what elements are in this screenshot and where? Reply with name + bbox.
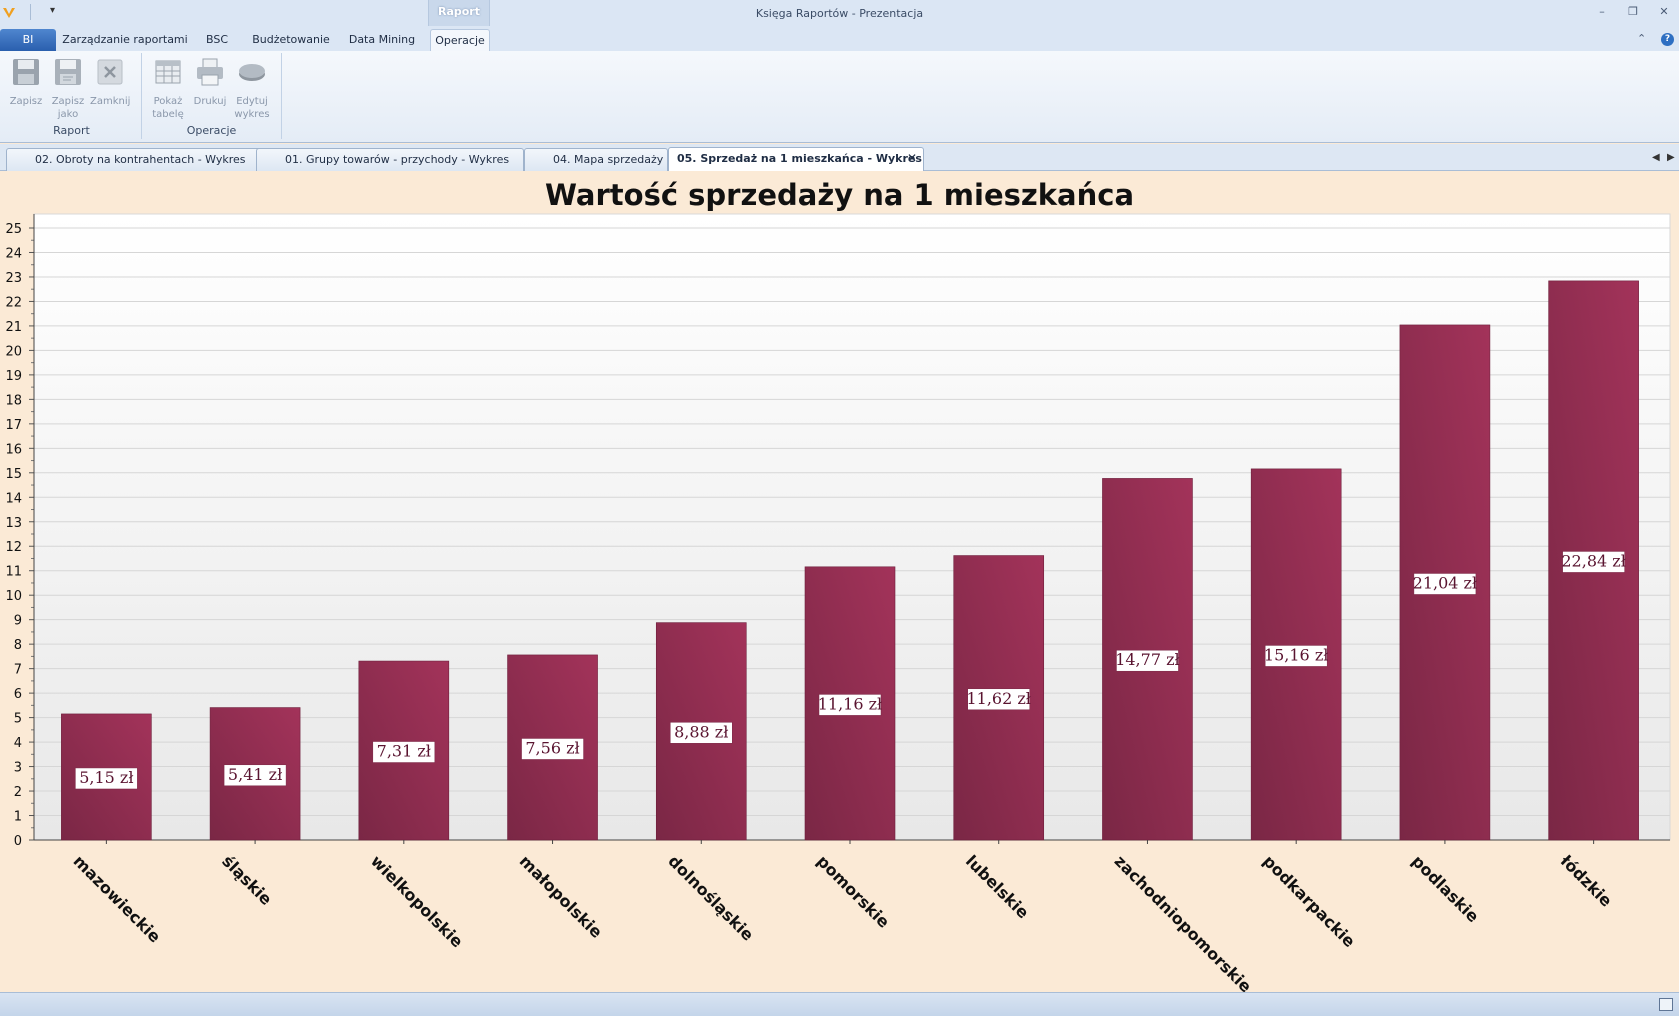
bar-chart: 0123456789101112131415161718192021222324… xyxy=(5,213,1671,992)
close-label: Zamknij xyxy=(90,96,131,107)
doc-tab-obroty[interactable]: 02. Obroty na kontrahentach - Wykres xyxy=(6,148,262,171)
tab-bsc[interactable]: BSC xyxy=(196,29,238,51)
window-title: Księga Raportów - Prezentacja xyxy=(755,7,924,20)
doc-tab-grupy-towarow[interactable]: 01. Grupy towarów - przychody - Wykres xyxy=(256,148,524,171)
status-bar xyxy=(0,992,1679,1016)
close-icon xyxy=(97,59,123,85)
collapse-ribbon-icon[interactable]: ⌃ xyxy=(1637,32,1646,45)
doc-tab-mapa-sprzedazy[interactable]: 04. Mapa sprzedaży xyxy=(524,148,668,171)
x-tick-label: zachodniopomorskie xyxy=(1111,851,1256,992)
edit-chart-button[interactable]: Edytuj wykres xyxy=(232,57,272,121)
close-report-button[interactable]: Zamknij xyxy=(90,57,130,108)
doc-tab-active-label: 05. Sprzedaż na 1 mieszkańca - Wykres xyxy=(677,152,922,165)
printer-icon xyxy=(197,58,223,86)
close-window-button[interactable]: ✕ xyxy=(1656,5,1672,19)
tab-zarzadzanie-raportami[interactable]: Zarządzanie raportami xyxy=(62,29,188,51)
chart-panel: Wartość sprzedaży na 1 mieszkańca 012345… xyxy=(0,172,1679,992)
x-tick-label: wielkopolskie xyxy=(367,851,467,951)
data-label: 15,16 zł xyxy=(1264,645,1329,664)
document-tab-bar: 02. Obroty na kontrahentach - Wykres 01.… xyxy=(0,144,1679,171)
data-label: 22,84 zł xyxy=(1561,551,1626,570)
y-tick-label: 7 xyxy=(14,663,22,678)
y-tick-label: 5 xyxy=(14,712,22,727)
ribbon-tab-bar: BI Zarządzanie raportami BSC Budżetowani… xyxy=(0,26,1679,51)
y-tick-label: 17 xyxy=(5,418,22,433)
save-as-icon xyxy=(55,59,81,85)
ribbon-panel: Zapisz Zapisz jako Zamknij Raport Pokaż … xyxy=(0,51,1679,143)
tab-scroll-left-icon[interactable]: ◀ xyxy=(1652,152,1660,163)
y-tick-label: 13 xyxy=(5,516,22,531)
tab-scroll-right-icon[interactable]: ▶ xyxy=(1667,152,1675,163)
y-tick-label: 12 xyxy=(5,540,22,555)
tab-close-icon[interactable]: ✕ xyxy=(907,148,917,169)
y-tick-label: 9 xyxy=(14,614,22,629)
y-tick-label: 14 xyxy=(5,491,22,506)
y-tick-label: 0 xyxy=(14,834,22,849)
x-tick-label: śląskie xyxy=(218,851,276,909)
data-label: 11,62 zł xyxy=(966,689,1031,708)
tab-operacje[interactable]: Operacje xyxy=(430,29,490,51)
y-tick-label: 19 xyxy=(5,369,22,384)
y-tick-label: 20 xyxy=(5,344,22,359)
data-label: 5,41 zł xyxy=(228,765,282,784)
x-tick-label: podlaskie xyxy=(1408,851,1483,926)
tab-budzetowanie[interactable]: Budżetowanie xyxy=(248,29,334,51)
tab-data-mining[interactable]: Data Mining xyxy=(346,29,418,51)
y-tick-label: 1 xyxy=(14,810,22,825)
y-tick-label: 21 xyxy=(5,320,22,335)
save-as-label: Zapisz jako xyxy=(51,96,85,120)
title-bar: ▾ Raport Księga Raportów - Prezentacja –… xyxy=(0,0,1679,26)
y-tick-label: 11 xyxy=(5,565,22,580)
print-button[interactable]: Drukuj xyxy=(190,57,230,108)
tab-bi[interactable]: BI xyxy=(0,29,56,51)
y-tick-label: 22 xyxy=(5,295,22,310)
ribbon-group-raport: Zapisz Zapisz jako Zamknij Raport xyxy=(2,53,142,139)
y-tick-label: 18 xyxy=(5,393,22,408)
print-label: Drukuj xyxy=(193,96,227,107)
data-label: 8,88 zł xyxy=(674,722,728,741)
save-as-button[interactable]: Zapisz jako xyxy=(48,57,88,121)
x-tick-label: pomorskie xyxy=(813,851,893,931)
layout-icon[interactable] xyxy=(1659,998,1673,1011)
ribbon-group-operacje: Pokaż tabelę Drukuj Edytuj wykres Operac… xyxy=(142,53,282,139)
x-tick-label: łódzkie xyxy=(1556,851,1616,911)
data-label: 7,56 zł xyxy=(525,738,579,757)
minimize-button[interactable]: – xyxy=(1594,5,1610,19)
group-label-raport: Raport xyxy=(53,124,90,137)
data-label: 5,15 zł xyxy=(79,768,133,787)
y-tick-label: 10 xyxy=(5,589,22,604)
x-tick-label: małopolskie xyxy=(516,851,606,941)
show-table-label: Pokaż tabelę xyxy=(152,96,184,120)
show-table-button[interactable]: Pokaż tabelę xyxy=(148,57,188,121)
x-tick-label: dolnośląskie xyxy=(664,851,757,944)
y-tick-label: 8 xyxy=(14,638,22,653)
y-tick-label: 4 xyxy=(14,736,22,751)
doc-tab-sprzedaz-na-mieszkanca[interactable]: 05. Sprzedaż na 1 mieszkańca - Wykres ✕ xyxy=(668,147,924,171)
restore-button[interactable]: ❐ xyxy=(1625,5,1641,19)
y-tick-label: 6 xyxy=(14,687,22,702)
edit-chart-label: Edytuj wykres xyxy=(234,96,270,120)
table-icon xyxy=(155,60,181,84)
x-tick-label: lubelskie xyxy=(962,851,1033,922)
x-tick-label: podkarpackie xyxy=(1259,851,1359,951)
save-icon xyxy=(13,59,39,85)
data-label: 14,77 zł xyxy=(1115,650,1180,669)
group-label-operacje: Operacje xyxy=(186,124,237,137)
save-button[interactable]: Zapisz xyxy=(6,57,46,108)
data-label: 7,31 zł xyxy=(377,742,431,761)
pie-chart-icon xyxy=(239,64,265,81)
data-label: 21,04 zł xyxy=(1413,573,1478,592)
save-label: Zapisz xyxy=(9,96,43,107)
y-tick-label: 3 xyxy=(14,761,22,776)
y-tick-label: 2 xyxy=(14,785,22,800)
y-tick-label: 25 xyxy=(5,222,22,237)
help-icon[interactable]: ? xyxy=(1661,33,1674,46)
y-tick-label: 16 xyxy=(5,442,22,457)
x-tick-label: mazowieckie xyxy=(70,851,165,946)
y-tick-label: 15 xyxy=(5,467,22,482)
y-tick-label: 24 xyxy=(5,246,22,261)
data-label: 11,16 zł xyxy=(818,694,883,713)
y-tick-label: 23 xyxy=(5,271,22,286)
